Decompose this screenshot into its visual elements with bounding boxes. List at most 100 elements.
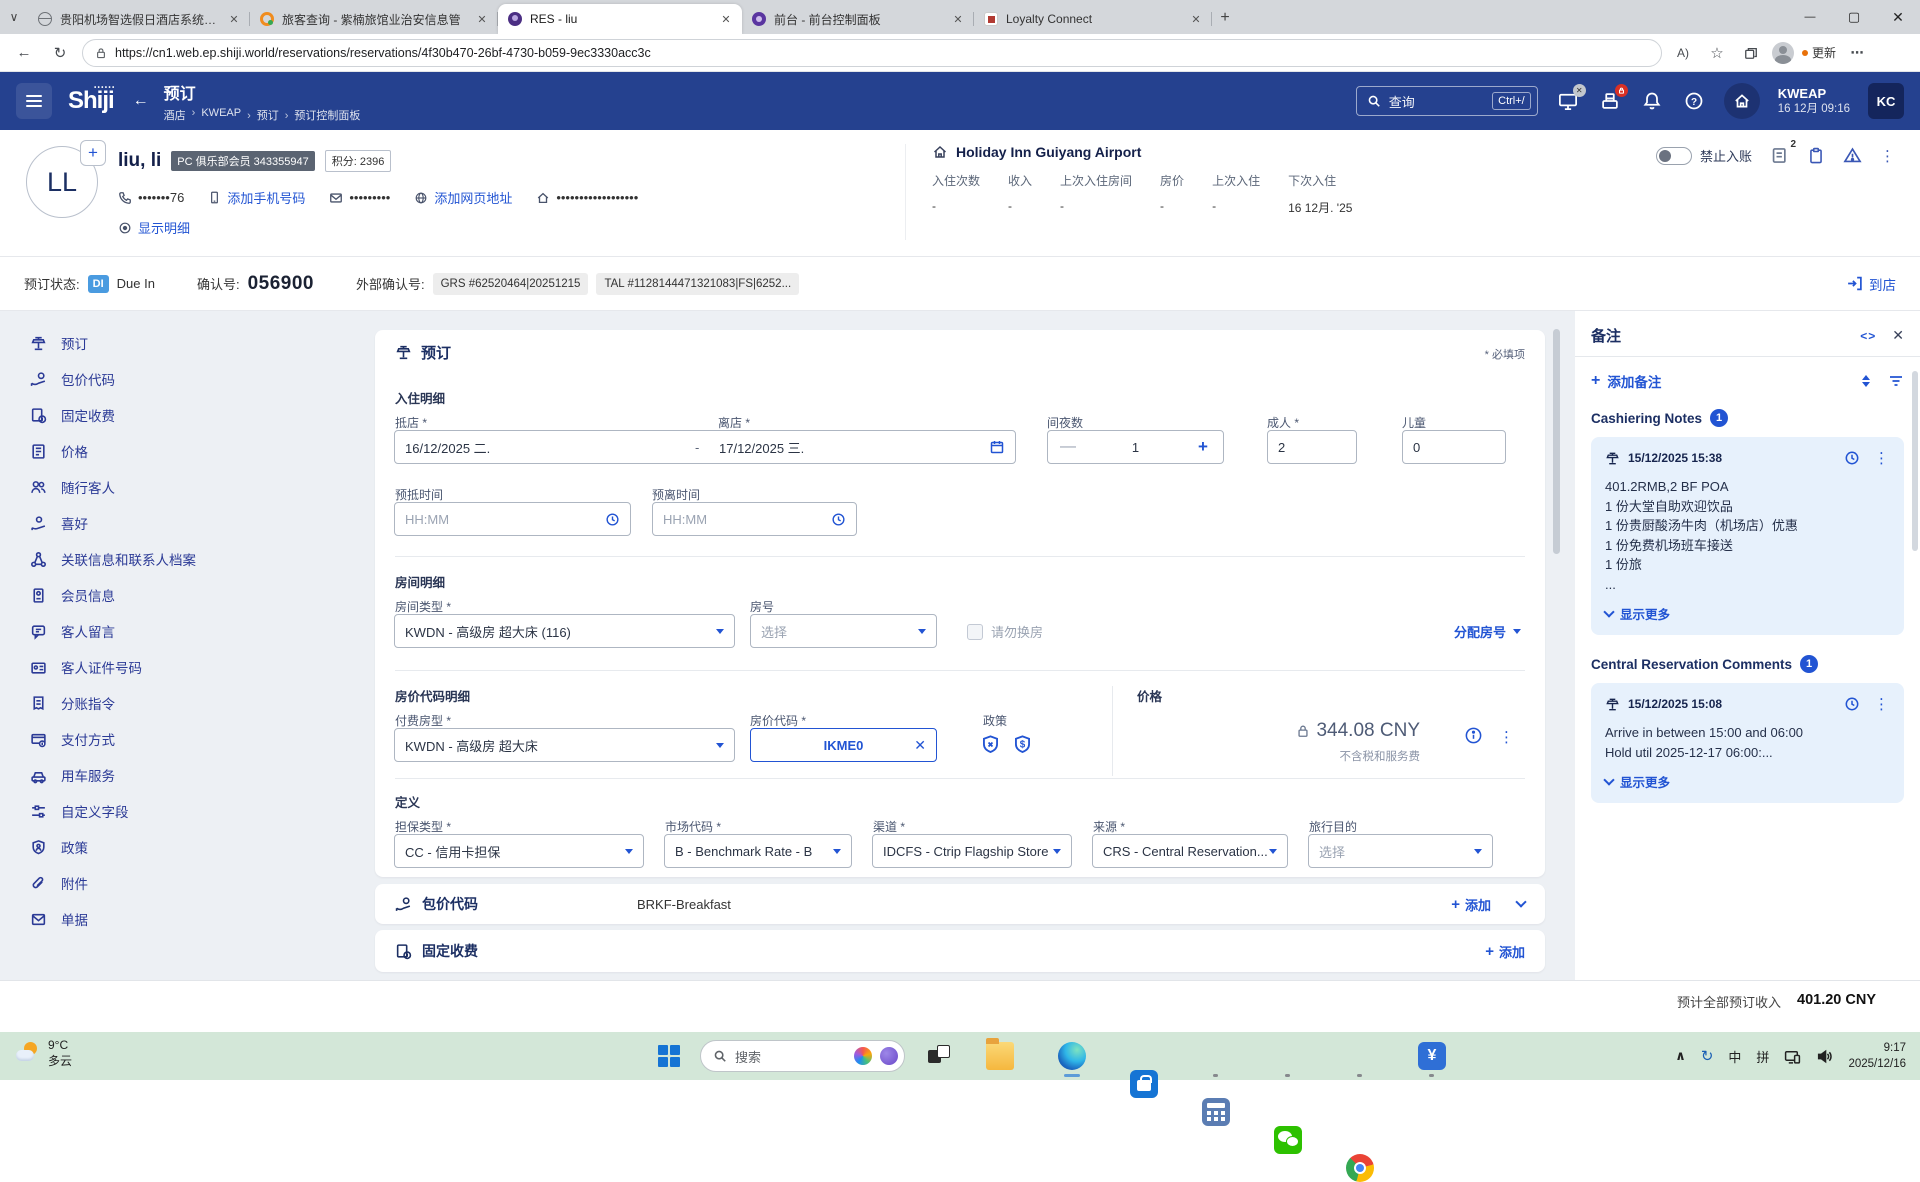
browser-profile-avatar[interactable] <box>1772 42 1794 64</box>
show-more-link[interactable]: 显示更多 <box>1605 772 1890 791</box>
sidebar-item-linked-profiles[interactable]: 关联信息和联系人档案 <box>30 541 360 577</box>
tab-search-icon[interactable]: ∨ <box>0 3 28 31</box>
back-icon[interactable]: ← <box>10 39 38 67</box>
add-package-button[interactable]: +添加 <box>1451 895 1491 914</box>
favorite-star-icon[interactable]: ☆ <box>1704 40 1730 66</box>
calculator-icon[interactable] <box>1202 1098 1230 1126</box>
tray-expand-icon[interactable]: ∧ <box>1675 1048 1686 1064</box>
sidebar-item-guest-messages[interactable]: 客人留言 <box>30 613 360 649</box>
expand-chevron-icon[interactable] <box>1515 896 1526 907</box>
show-details-link[interactable]: 显示明细 <box>118 218 190 237</box>
expand-panel-icon[interactable]: <> <box>1860 329 1876 343</box>
sidebar-item-rates[interactable]: 价格 <box>30 433 360 469</box>
add-note-button[interactable]: +添加备注 <box>1591 371 1661 391</box>
room-number-select[interactable]: 选择 <box>750 614 937 648</box>
notes-scrollbar[interactable] <box>1912 371 1918 551</box>
channel-select[interactable]: IDCFS - Ctrip Flagship Store <box>872 834 1072 868</box>
sidebar-item-fixed-charges[interactable]: 固定收费 <box>30 397 360 433</box>
close-button[interactable]: ✕ <box>1876 0 1920 34</box>
note-more-icon[interactable]: ⋮ <box>1874 449 1890 467</box>
note-more-icon[interactable]: ⋮ <box>1874 695 1890 713</box>
workstation-icon[interactable]: ✕ <box>1556 89 1580 113</box>
notifications-bell-icon[interactable] <box>1640 89 1664 113</box>
sync-icon[interactable]: ↻ <box>1701 1047 1714 1065</box>
pay-room-type-select[interactable]: KWDN - 高级房 超大床 <box>394 728 735 762</box>
property-context[interactable]: KWEAP 16 12月 09:16 <box>1778 86 1850 117</box>
no-post-toggle[interactable] <box>1656 147 1692 165</box>
market-code-select[interactable]: B - Benchmark Rate - B <box>664 834 852 868</box>
sidebar-item-transport[interactable]: 用车服务 <box>30 757 360 793</box>
property-home-icon[interactable] <box>1724 83 1760 119</box>
breadcrumb-item[interactable]: 预订控制面板 <box>285 107 361 123</box>
calendar-icon[interactable] <box>989 439 1005 455</box>
browser-tab[interactable]: 旅客查询 - 紫楠旅馆业治安信息管 ✕ <box>250 4 498 34</box>
tab-close-icon[interactable]: ✕ <box>226 11 242 27</box>
checkbox-icon[interactable] <box>967 624 983 640</box>
file-explorer-icon[interactable] <box>986 1042 1014 1070</box>
chrome-icon[interactable] <box>1346 1154 1374 1182</box>
help-icon[interactable]: ? <box>1682 89 1706 113</box>
show-more-link[interactable]: 显示更多 <box>1605 604 1890 623</box>
task-view-button[interactable] <box>928 1045 952 1067</box>
new-tab-button[interactable]: + <box>1212 5 1238 31</box>
sort-icon[interactable] <box>1862 375 1870 387</box>
note-history-icon[interactable] <box>1844 696 1860 712</box>
browser-update-button[interactable]: 更新 <box>1802 44 1836 61</box>
sidebar-item-guest-id[interactable]: 客人证件号码 <box>30 649 360 685</box>
cancellation-policy-shield-icon[interactable] <box>980 734 1001 755</box>
edge-browser-icon[interactable] <box>1058 1042 1086 1070</box>
add-guest-photo-button[interactable]: + <box>80 140 106 166</box>
sidebar-item-policies[interactable]: 政策 <box>30 829 360 865</box>
eta-input[interactable]: HH:MM <box>394 502 631 536</box>
browser-menu-icon[interactable]: ⋯ <box>1844 40 1870 66</box>
assign-room-button[interactable]: 分配房号 <box>1454 622 1521 641</box>
clipboard-icon[interactable] <box>1807 147 1825 165</box>
external-ref-chip[interactable]: GRS #62520464|20251215 <box>433 273 589 295</box>
menu-icon[interactable] <box>16 83 52 119</box>
minimize-button[interactable]: — <box>1788 0 1832 34</box>
browser-tab[interactable]: Loyalty Connect ✕ <box>974 4 1212 34</box>
etd-input[interactable]: HH:MM <box>652 502 857 536</box>
clock-icon[interactable] <box>605 512 620 527</box>
url-input[interactable]: https://cn1.web.ep.shiji.world/reservati… <box>82 39 1662 67</box>
global-search-input[interactable]: 查询 Ctrl+/ <box>1356 86 1538 116</box>
tab-close-icon[interactable]: ✕ <box>1188 11 1204 27</box>
sidebar-item-routing[interactable]: 分账指令 <box>30 685 360 721</box>
cast-device-icon[interactable] <box>1784 1048 1801 1065</box>
deposit-policy-shield-icon[interactable]: $ <box>1012 734 1033 755</box>
close-panel-icon[interactable]: ✕ <box>1892 327 1904 344</box>
sidebar-item-payment-methods[interactable]: 支付方式 <box>30 721 360 757</box>
nights-stepper[interactable]: — 1 + <box>1047 430 1224 464</box>
back-arrow-icon[interactable]: ← <box>128 88 154 114</box>
travel-purpose-select[interactable]: 选择 <box>1308 834 1493 868</box>
guarantee-select[interactable]: CC - 信用卡担保 <box>394 834 644 868</box>
more-actions-icon[interactable]: ⋮ <box>1880 147 1896 165</box>
start-button[interactable] <box>658 1045 680 1067</box>
ime-mode-indicator[interactable]: 拼 <box>1756 1047 1769 1066</box>
tab-close-icon[interactable]: ✕ <box>718 11 734 27</box>
wechat-icon[interactable] <box>1274 1126 1302 1154</box>
cashier-icon[interactable] <box>1598 89 1622 113</box>
sidebar-item-reservation[interactable]: 预订 <box>30 325 360 361</box>
children-input[interactable]: 0 <box>1402 430 1506 464</box>
add-mobile-link[interactable]: 添加手机号码 <box>208 188 305 207</box>
date-range-input[interactable]: 16/12/2025 二. - 17/12/2025 三. <box>394 430 1016 464</box>
ime-language-indicator[interactable]: 中 <box>1728 1047 1741 1066</box>
volume-icon[interactable] <box>1816 1048 1833 1065</box>
sidebar-item-package-codes[interactable]: 包价代码 <box>30 361 360 397</box>
tab-close-icon[interactable]: ✕ <box>950 11 966 27</box>
clear-icon[interactable]: ✕ <box>914 737 926 754</box>
taskbar-clock[interactable]: 9:17 2025/12/16 <box>1848 1040 1906 1072</box>
refresh-icon[interactable]: ↻ <box>46 39 74 67</box>
microsoft-store-icon[interactable] <box>1130 1070 1158 1098</box>
tab-close-icon[interactable]: ✕ <box>474 11 490 27</box>
adults-input[interactable]: 2 <box>1267 430 1357 464</box>
breadcrumb-item[interactable]: 酒店 <box>164 107 186 123</box>
alerts-warning-icon[interactable] <box>1843 146 1862 165</box>
read-aloud-icon[interactable]: A) <box>1670 40 1696 66</box>
banking-app-icon[interactable]: ¥ <box>1418 1042 1446 1070</box>
collections-icon[interactable] <box>1738 40 1764 66</box>
browser-tab-active[interactable]: RES - liu ✕ <box>498 4 742 34</box>
sidebar-item-attachments[interactable]: 附件 <box>30 865 360 901</box>
taskbar-search-input[interactable]: 搜索 <box>700 1040 905 1072</box>
